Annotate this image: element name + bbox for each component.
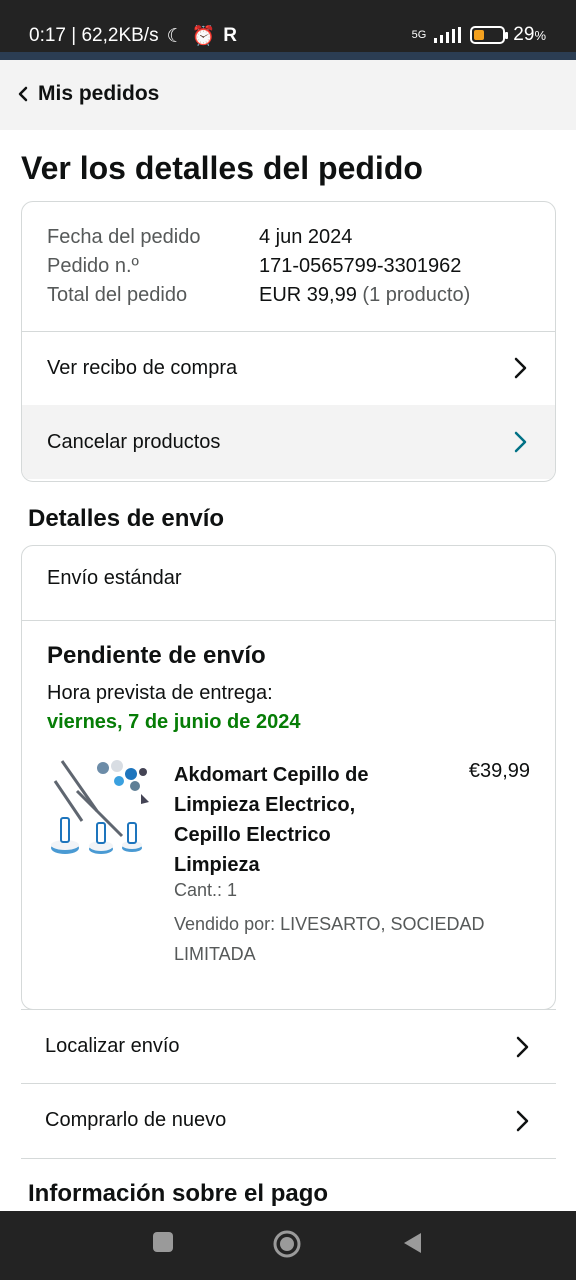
payment-section-title: Información sobre el pago (28, 1180, 329, 1207)
chevron-right-icon (514, 431, 527, 453)
status-bar: 0:17 | 62,2KB/s ☾ ⏰ R 5G 29% (0, 0, 576, 58)
order-summary-card: Fecha del pedido 4 jun 2024 Pedido n.º 1… (21, 201, 556, 482)
shipping-method: Envío estándar (47, 567, 182, 589)
product-seller: Vendido por: LIVESARTO, SOCIEDAD LIMITAD… (174, 914, 485, 964)
battery-value: 29 (513, 24, 535, 45)
order-number-label: Pedido n.º (47, 255, 139, 277)
eta-label: Hora prevista de entrega: (47, 682, 273, 704)
shipping-section-title: Detalles de envío (28, 505, 225, 532)
shipping-card: Envío estándar Pendiente de envío Hora p… (21, 545, 556, 1010)
signal-icon (434, 27, 462, 43)
order-date-row: Fecha del pedido 4 jun 2024 (47, 223, 547, 252)
order-total-row: Total del pedido EUR 39,99 (1 producto) (47, 281, 547, 310)
order-total-note: (1 producto) (362, 284, 471, 306)
eta-date: viernes, 7 de junio de 2024 (47, 711, 301, 733)
track-shipment-label: Localizar envío (45, 1035, 180, 1057)
chevron-right-icon (514, 357, 527, 379)
buy-again-label: Comprarlo de nuevo (45, 1109, 227, 1131)
status-right: 5G 29% (412, 24, 546, 46)
cancel-products-row[interactable]: Cancelar productos (22, 405, 555, 479)
chevron-right-icon (516, 1110, 529, 1131)
network-label: 5G (411, 29, 427, 41)
order-total-value: EUR 39,99 (1 producto) (259, 281, 470, 310)
divider (22, 620, 555, 621)
buy-again-row[interactable]: Comprarlo de nuevo (21, 1083, 556, 1157)
order-number-value: 171-0565799-3301962 (259, 255, 462, 277)
r-icon: R (223, 25, 238, 46)
recents-icon (153, 1232, 173, 1252)
receipt-label: Ver recibo de compra (47, 356, 238, 379)
track-shipment-row[interactable]: Localizar envío (21, 1009, 556, 1083)
home-button[interactable] (272, 1229, 302, 1264)
product-image[interactable] (47, 756, 152, 866)
recents-button[interactable] (152, 1231, 174, 1258)
top-nav: Mis pedidos (0, 60, 576, 130)
shipping-status: Pendiente de envío (47, 642, 266, 669)
home-icon (273, 1230, 301, 1258)
status-strip (0, 52, 576, 60)
battery-percent: 29% (513, 24, 546, 46)
order-total-label: Total del pedido (47, 284, 188, 306)
product-price: €39,99 (468, 760, 530, 782)
order-summary-rows: Fecha del pedido 4 jun 2024 Pedido n.º 1… (47, 223, 547, 310)
battery-fill (474, 30, 485, 40)
back-link-label: Mis pedidos (38, 82, 160, 105)
order-total-amount: EUR 39,99 (259, 284, 357, 306)
chevron-right-icon (516, 1036, 529, 1057)
page-title: Ver los detalles del pedido (21, 150, 423, 186)
system-navigation-bar (0, 1211, 576, 1280)
receipt-row[interactable]: Ver recibo de compra (22, 331, 555, 405)
product-name[interactable]: Akdomart Cepillo de Limpieza Electrico, … (174, 760, 414, 880)
battery-icon (470, 26, 509, 44)
battery-unit: % (534, 28, 546, 43)
back-icon (404, 1233, 421, 1253)
moon-icon: ☾ (166, 25, 184, 47)
chevron-left-icon (18, 86, 28, 102)
order-date-label: Fecha del pedido (47, 226, 201, 248)
order-number-row: Pedido n.º 171-0565799-3301962 (47, 252, 547, 281)
divider (21, 1158, 556, 1159)
cancel-products-label: Cancelar productos (47, 430, 221, 453)
back-button[interactable] (401, 1231, 423, 1260)
status-time-speed: 0:17 | 62,2KB/s (29, 25, 159, 46)
order-date-value: 4 jun 2024 (259, 226, 353, 248)
status-left: 0:17 | 62,2KB/s ☾ ⏰ R (29, 24, 237, 48)
alarm-icon: ⏰ (191, 26, 216, 47)
back-link[interactable]: Mis pedidos (18, 82, 159, 106)
product-quantity: Cant.: 1 (174, 880, 238, 900)
